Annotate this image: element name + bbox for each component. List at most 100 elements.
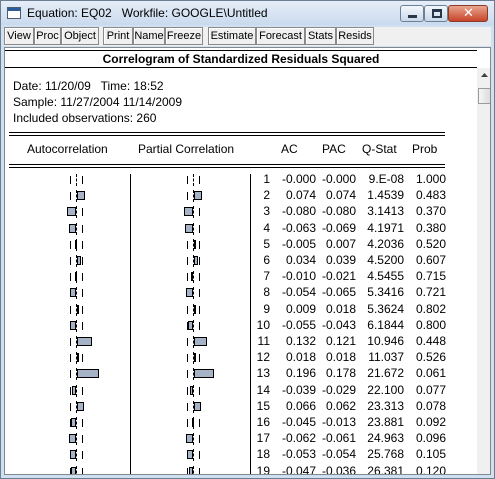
partial-correlation-band-right — [199, 321, 200, 330]
partial-correlation-bar — [194, 239, 196, 249]
autocorrelation-band-left — [70, 273, 71, 282]
partial-correlation-bar — [194, 256, 198, 265]
prob-cell: 0.800 — [415, 317, 446, 332]
prob-cell: 1.000 — [415, 172, 446, 186]
close-button[interactable]: ✕ — [448, 5, 488, 22]
prob-cell: 0.526 — [415, 350, 446, 365]
autocorrelation-band-right — [82, 354, 83, 363]
prob-cell: 0.520 — [415, 236, 446, 251]
partial-correlation-zero-line — [193, 319, 195, 332]
autocorrelation-band-right — [82, 419, 83, 427]
prob-header: Prob — [412, 142, 438, 156]
partial-correlation-zero-line — [193, 449, 195, 462]
autocorrelation-band-right — [82, 240, 83, 249]
scrollbar-thumb[interactable] — [478, 88, 490, 104]
autocorrelation-band-right — [82, 451, 83, 460]
object-button[interactable]: Object — [61, 27, 99, 45]
partial-correlation-band-right — [199, 354, 200, 363]
autocorrelation-band-right — [82, 321, 83, 330]
autocorrelation-bar — [77, 401, 84, 411]
autocorrelation-band-right — [82, 386, 83, 395]
autocorrelation-band-left — [70, 240, 71, 249]
partial-correlation-zero-line — [193, 271, 195, 284]
sample-line: Sample: 11/27/2004 11/14/2009 — [13, 95, 183, 109]
autocorrelation-bar — [70, 450, 76, 460]
minimize-icon — [408, 15, 417, 18]
view-button[interactable]: View — [4, 27, 34, 45]
partial-correlation-band-left — [187, 402, 188, 411]
autocorrelation-bar — [69, 434, 76, 444]
partial-correlation-band-right — [199, 208, 200, 217]
scroll-up-arrow-icon[interactable] — [477, 68, 490, 83]
autocorrelation-zero-line — [76, 433, 78, 446]
maximize-button[interactable] — [424, 5, 448, 22]
date-line: Date: 11/20/09 Time: 18:52 — [13, 79, 164, 93]
prob-cell: 0.483 — [415, 188, 446, 203]
partial-correlation-zero-line — [193, 384, 195, 397]
header-rule-top — [9, 132, 445, 133]
proc-button[interactable]: Proc — [34, 27, 61, 45]
partial-correlation-band-left — [187, 370, 188, 379]
equation-window: Equation: EQ02 Workfile: GOOGLE\Untitled… — [0, 0, 495, 479]
prob-cell: 0.607 — [415, 253, 446, 267]
autocorrelation-bar — [77, 304, 79, 314]
autocorrelation-header: Autocorrelation — [27, 142, 108, 156]
autocorrelation-band-right — [82, 257, 83, 265]
vertical-scrollbar[interactable] — [477, 68, 490, 474]
partial-correlation-bar — [186, 288, 193, 298]
autocorrelation-bar — [72, 385, 76, 395]
partial-correlation-bar — [194, 191, 202, 201]
title-bar[interactable]: Equation: EQ02 Workfile: GOOGLE\Untitled… — [1, 1, 494, 25]
close-icon: ✕ — [463, 6, 474, 21]
autocorrelation-band-right — [82, 289, 83, 298]
partial-correlation-band-right — [199, 451, 200, 460]
partial-correlation-band-right — [199, 257, 200, 265]
minimize-button[interactable] — [400, 5, 424, 22]
partial-correlation-bar — [184, 207, 193, 217]
forecast-button[interactable]: Forecast — [256, 27, 305, 45]
prob-cell: 0.120 — [415, 463, 446, 475]
autocorrelation-band-right — [82, 273, 83, 282]
autocorrelation-band-left — [70, 176, 71, 184]
autocorrelation-zero-line — [76, 319, 78, 332]
application-window-icon[interactable] — [7, 7, 21, 19]
prob-cell: 0.448 — [415, 334, 446, 348]
partial-correlation-bar — [194, 304, 196, 314]
name-button[interactable]: Name — [133, 27, 165, 45]
prob-cell: 0.721 — [415, 285, 446, 300]
autocorrelation-bar — [75, 272, 77, 282]
autocorrelation-band-left — [70, 192, 71, 201]
estimate-button[interactable]: Estimate — [208, 27, 256, 45]
header-rule-top-double — [9, 135, 445, 136]
header-rule-bottom-double — [9, 167, 445, 168]
autocorrelation-band-right — [82, 435, 83, 444]
autocorrelation-band-right — [82, 224, 83, 233]
autocorrelation-zero-line — [76, 174, 78, 186]
resids-button[interactable]: Resids — [336, 27, 374, 45]
autocorrelation-bar — [71, 418, 76, 427]
qstat-header: Q-Stat — [362, 142, 397, 156]
partial-correlation-band-left — [187, 240, 188, 249]
prob-cell: 0.380 — [415, 220, 446, 235]
partial-correlation-zero-line — [193, 433, 195, 446]
stats-button[interactable]: Stats — [305, 27, 336, 45]
partial-correlation-band-left — [187, 386, 188, 395]
partial-correlation-bar — [189, 466, 193, 474]
partial-correlation-band-right — [199, 176, 200, 184]
partial-correlation-zero-line — [193, 465, 195, 474]
print-button[interactable]: Print — [103, 27, 133, 45]
autocorrelation-zero-line — [76, 449, 78, 462]
partial-correlation-band-left — [187, 305, 188, 314]
header-rule-bottom — [9, 164, 445, 165]
freeze-button[interactable]: Freeze — [165, 27, 203, 45]
partial-correlation-bar — [186, 434, 193, 444]
heading-frame: Correlogram of Standardized Residuals Sq… — [5, 50, 477, 68]
autocorrelation-zero-line — [76, 384, 78, 397]
autocorrelation-bar — [77, 337, 92, 346]
page-title: Correlogram of Standardized Residuals Sq… — [102, 52, 380, 66]
partial-correlation-zero-line — [193, 287, 195, 300]
partial-correlation-bar — [188, 320, 193, 330]
autocorrelation-bar — [70, 288, 76, 298]
autocorrelation-bar — [71, 466, 76, 474]
autocorrelation-bar — [69, 223, 76, 233]
